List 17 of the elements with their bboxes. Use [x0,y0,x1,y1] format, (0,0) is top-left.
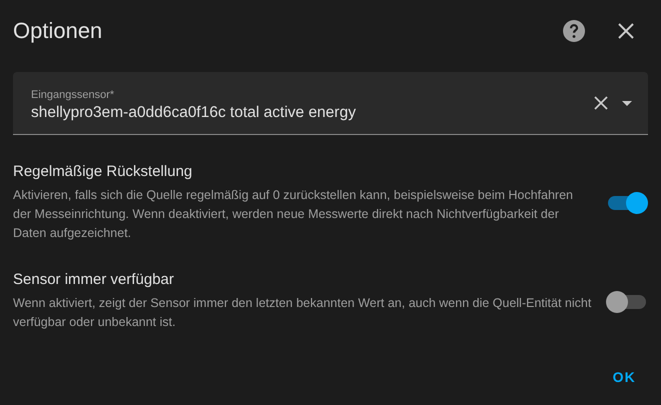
toggle-switch[interactable] [606,191,648,215]
close-icon [617,22,635,40]
caret-icon [622,100,632,106]
setting-title: Sensor immer verfügbar [13,271,175,288]
clear-icon [594,96,608,110]
setting-description: Aktivieren, falls sich die Quelle regelmäßig auf 0 zurückstellen kann, beispielsweise beim Hochfahren der Messeinrichtung. Wenn deaktiviert, werden neue Messwerte direkt nach Nichtverfügbarkeit der Daten aufgezeichnet. [13,187,574,242]
setting-title: Regelmäßige Rückstellung [13,163,194,180]
ok-button[interactable]: OK [600,361,648,393]
field-label: Eingangssensor* [31,88,116,100]
toggle-switch[interactable] [606,290,648,314]
clear-button[interactable] [594,96,608,110]
dropdown-button[interactable] [622,100,632,106]
input-field[interactable]: Eingangssensor* shellypro3em-a0dd6ca0f16c total active energy [13,72,648,135]
setting-description: Wenn aktiviert, zeigt der Sensor immer den letzten bekannten Wert an, auch wenn die Quell-Entität nicht verfügbar oder unbekannt ist. [13,295,592,331]
field-value: shellypro3em-a0dd6ca0f16c total active energy [31,104,357,122]
help-icon [562,19,586,43]
dialog-title: Optionen [13,18,104,44]
